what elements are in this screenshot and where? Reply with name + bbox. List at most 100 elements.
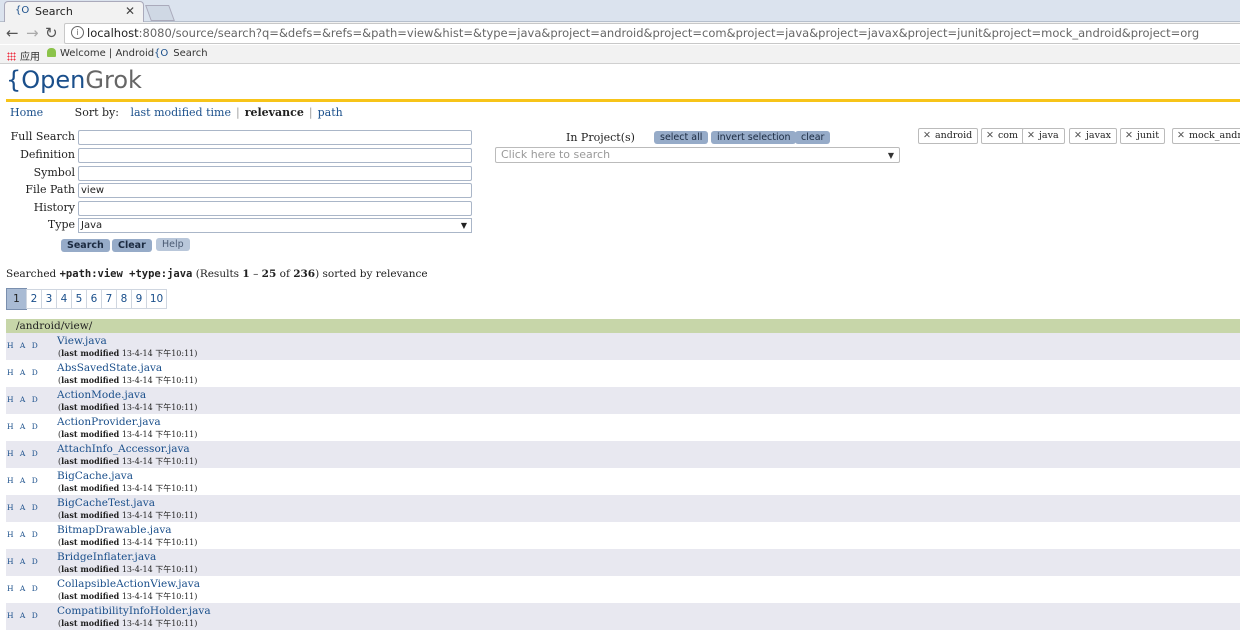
last-modified-note: (last modified 13-4-14 下午10:11)	[58, 618, 198, 628]
close-icon[interactable]: ✕	[1074, 130, 1082, 141]
file-link[interactable]: View.java	[57, 335, 107, 347]
page-link[interactable]: 5	[71, 289, 87, 309]
tab-title: Search	[35, 5, 73, 18]
result-row: H A D AttachInfo_Accessor.java (last modif…	[6, 441, 1240, 468]
new-tab-button[interactable]	[145, 5, 175, 21]
file-path-label: File Path	[25, 183, 75, 196]
browser-toolbar: ← → ↻ i localhost:8080/source/search?q=&…	[0, 22, 1240, 44]
info-icon[interactable]: i	[71, 26, 84, 39]
result-row: H A D BigCacheTest.java (last modified 13-…	[6, 495, 1240, 522]
forward-arrow-icon[interactable]: →	[26, 24, 39, 42]
reload-icon[interactable]: ↻	[45, 24, 58, 42]
result-row: H A D CompatibilityInfoHolder.java (last m…	[6, 603, 1240, 630]
history-annotate-download-links[interactable]: H A D	[7, 368, 40, 377]
address-bar-url[interactable]: localhost:8080/source/search?q=&defs=&re…	[87, 26, 1199, 40]
file-link[interactable]: AttachInfo_Accessor.java	[57, 443, 190, 455]
page-link[interactable]: 2	[26, 289, 42, 309]
close-icon[interactable]: ✕	[1177, 130, 1185, 141]
history-input[interactable]	[78, 201, 472, 216]
history-annotate-download-links[interactable]: H A D	[7, 530, 40, 539]
page-link[interactable]: 6	[86, 289, 102, 309]
file-path-input[interactable]: view	[78, 183, 472, 198]
chevron-down-icon: ▼	[460, 221, 467, 230]
file-link[interactable]: CompatibilityInfoHolder.java	[57, 605, 211, 617]
project-chip-android[interactable]: ✕ android	[918, 128, 979, 144]
result-row: H A D View.java (last modified 13-4-14 下午1…	[6, 333, 1240, 360]
clear-button[interactable]: Clear	[112, 239, 152, 252]
file-link[interactable]: AbsSavedState.java	[57, 362, 162, 374]
file-link[interactable]: BridgeInflater.java	[57, 551, 156, 563]
project-chip-junit[interactable]: ✕ junit	[1120, 128, 1166, 144]
back-arrow-icon[interactable]: ←	[6, 24, 19, 42]
history-annotate-download-links[interactable]: H A D	[7, 449, 40, 458]
sort-path-link[interactable]: path	[318, 106, 343, 119]
search-button[interactable]: Search	[61, 239, 110, 252]
close-icon[interactable]: ✕	[986, 130, 994, 141]
sort-last-modified-link[interactable]: last modified time	[130, 106, 231, 119]
history-annotate-download-links[interactable]: H A D	[7, 557, 40, 566]
history-annotate-download-links[interactable]: H A D	[7, 341, 40, 350]
page-link[interactable]: 3	[41, 289, 57, 309]
page-link[interactable]: 7	[101, 289, 117, 309]
close-icon[interactable]: ✕	[1125, 130, 1133, 141]
page-link[interactable]: 4	[56, 289, 72, 309]
last-modified-note: (last modified 13-4-14 下午10:11)	[58, 483, 198, 493]
history-annotate-download-links[interactable]: H A D	[7, 476, 40, 485]
result-row: H A D AbsSavedState.java (last modified 13…	[6, 360, 1240, 387]
search-summary: Searched +path:view +type:java (Results …	[6, 268, 428, 280]
history-annotate-download-links[interactable]: H A D	[7, 611, 40, 620]
last-modified-note: (last modified 13-4-14 下午10:11)	[58, 429, 198, 439]
full-search-label: Full Search	[10, 130, 75, 143]
clear-projects-button[interactable]: clear	[795, 131, 831, 144]
history-annotate-download-links[interactable]: H A D	[7, 584, 40, 593]
opengrok-icon: {O	[154, 48, 169, 59]
project-chip-javax[interactable]: ✕ javax	[1069, 128, 1117, 144]
opengrok-logo[interactable]: {OpenGrok	[6, 66, 142, 94]
file-link[interactable]: CollapsibleActionView.java	[57, 578, 200, 590]
last-modified-note: (last modified 13-4-14 下午10:11)	[58, 375, 198, 385]
close-icon[interactable]: ✕	[125, 4, 135, 18]
browser-tab[interactable]: {O Search ✕	[4, 1, 144, 22]
file-link[interactable]: BigCacheTest.java	[57, 497, 155, 509]
select-all-button[interactable]: select all	[654, 131, 709, 144]
project-chip-java[interactable]: ✕ java	[1022, 128, 1065, 144]
type-select[interactable]: Java ▼	[78, 218, 472, 233]
opengrok-favicon-icon: {O	[15, 5, 30, 16]
last-modified-note: (last modified 13-4-14 下午10:11)	[58, 537, 198, 547]
full-search-input[interactable]	[78, 130, 472, 145]
close-icon[interactable]: ✕	[923, 130, 931, 141]
project-chip-com[interactable]: ✕ com	[981, 128, 1025, 144]
file-link[interactable]: ActionProvider.java	[57, 416, 161, 428]
file-link[interactable]: BigCache.java	[57, 470, 133, 482]
project-chip-mock-android[interactable]: ✕mock_andro	[1172, 128, 1240, 144]
page-link[interactable]: 10	[146, 289, 167, 309]
type-label: Type	[47, 218, 75, 231]
close-icon[interactable]: ✕	[1027, 130, 1035, 141]
history-annotate-download-links[interactable]: H A D	[7, 503, 40, 512]
definition-input[interactable]	[78, 148, 472, 163]
bookmark-opengrok-search[interactable]: {O Search	[154, 48, 208, 59]
address-bar[interactable]: i localhost:8080/source/search?q=&defs=&…	[64, 23, 1240, 44]
home-link[interactable]: Home	[10, 106, 43, 119]
invert-selection-button[interactable]: invert selection	[711, 131, 797, 144]
history-annotate-download-links[interactable]: H A D	[7, 422, 40, 431]
page-link[interactable]: 8	[116, 289, 132, 309]
definition-label: Definition	[20, 148, 75, 161]
project-search-select[interactable]: Click here to search ▼	[495, 147, 900, 163]
history-annotate-download-links[interactable]: H A D	[7, 395, 40, 404]
page-link[interactable]: 9	[131, 289, 147, 309]
apps-icon	[7, 52, 16, 61]
symbol-input[interactable]	[78, 166, 472, 181]
in-projects-label: In Project(s)	[566, 131, 635, 144]
file-link[interactable]: BitmapDrawable.java	[57, 524, 172, 536]
header-divider	[6, 99, 1240, 102]
separator: |	[235, 106, 240, 119]
sort-by-label: Sort by:	[74, 106, 119, 119]
bookmark-android[interactable]: Welcome | Android	[47, 48, 154, 59]
last-modified-note: (last modified 13-4-14 下午10:11)	[58, 402, 198, 412]
directory-header[interactable]: /android/view/	[6, 319, 1240, 333]
last-modified-note: (last modified 13-4-14 下午10:11)	[58, 591, 198, 601]
help-button[interactable]: Help	[156, 238, 190, 251]
bookmark-apps[interactable]: 应用	[7, 48, 40, 63]
file-link[interactable]: ActionMode.java	[57, 389, 146, 401]
